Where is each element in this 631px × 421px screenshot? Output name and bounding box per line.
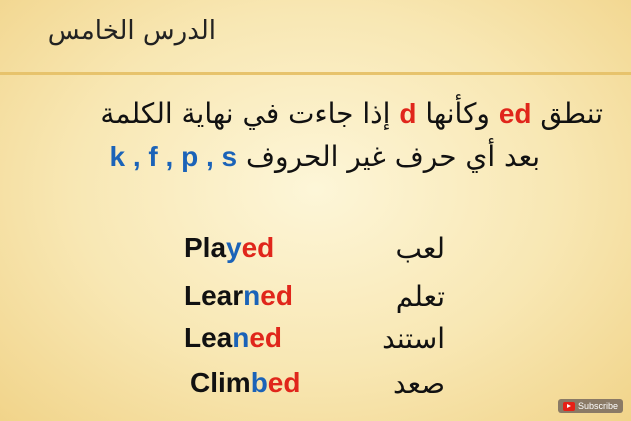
subscribe-button[interactable]: Subscribe <box>557 399 623 413</box>
youtube-icon <box>562 401 575 411</box>
excluded-letters: k , f , p , s <box>109 141 238 172</box>
word-row: Learned تعلم <box>0 280 631 324</box>
arabic-translation: صعد <box>393 367 445 400</box>
word-highlight: y <box>226 232 242 263</box>
word-suffix: ed <box>267 367 301 398</box>
arabic-translation: تعلم <box>395 280 445 313</box>
word-suffix: ed <box>241 232 275 263</box>
word-stem: Clim <box>190 367 251 398</box>
word-suffix: ed <box>249 322 283 353</box>
rule-line-2: بعد أي حرف غير الحروف k , f , p , s <box>60 140 541 173</box>
arabic-translation: لعب <box>395 232 445 265</box>
word-stem: Pla <box>184 232 227 263</box>
rule-text-after: إذا جاءت في نهاية الكلمة <box>100 97 400 130</box>
word-stem: Lear <box>184 280 244 311</box>
word-row: Climbed صعد <box>0 367 631 411</box>
english-word: Played <box>184 232 274 264</box>
lesson-title: الدرس الخامس <box>47 16 216 46</box>
word-stem: Lea <box>184 322 233 353</box>
english-word: Climbed <box>190 367 300 399</box>
d-keyword: d <box>399 98 417 129</box>
rule-text-before: تنطق <box>531 97 603 130</box>
subscribe-label: Subscribe <box>577 401 618 411</box>
word-row: Played لعب <box>0 232 631 276</box>
header-divider <box>0 72 631 75</box>
english-word: Leaned <box>184 322 282 354</box>
rule-text-line2: بعد أي حرف غير الحروف <box>237 140 540 173</box>
rule-line-1: تنطق ed وكأنها d إذا جاءت في نهاية الكلم… <box>18 97 603 130</box>
word-highlight: n <box>243 280 261 311</box>
ed-keyword: ed <box>498 98 532 129</box>
arabic-translation: استند <box>382 322 445 355</box>
word-highlight: b <box>250 367 268 398</box>
word-suffix: ed <box>260 280 293 311</box>
english-word: Learned <box>184 280 293 312</box>
word-highlight: n <box>232 322 250 353</box>
word-row: Leaned استند <box>0 322 631 366</box>
rule-text-mid: وكأنها <box>416 97 499 130</box>
